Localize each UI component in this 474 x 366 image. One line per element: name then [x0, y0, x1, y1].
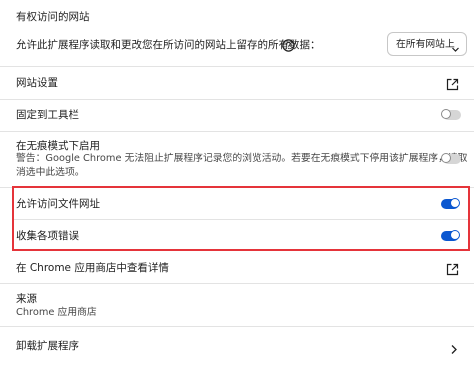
divider	[0, 131, 474, 132]
incognito-warning-line2: 消选中此选项。	[16, 167, 85, 178]
allow-access-label: 允许此扩展程序读取和更改您在所访问的网站上留存的所有数据：	[16, 39, 321, 51]
site-access-select-value: 在所有网站上	[396, 39, 455, 50]
help-circle-icon[interactable]	[282, 37, 295, 52]
highlight-box	[12, 186, 470, 251]
site-access-select[interactable]: 在所有网站上	[387, 32, 467, 56]
section-title-site-access: 有权访问的网站	[16, 11, 90, 23]
toggle-knob	[441, 153, 451, 163]
divider	[0, 99, 474, 100]
incognito-label: 在无痕模式下启用	[16, 140, 100, 152]
toggle-knob	[441, 109, 451, 119]
webstore-label: 在 Chrome 应用商店中查看详情	[16, 262, 169, 274]
uninstall-label: 卸载扩展程序	[16, 340, 79, 352]
webstore-row[interactable]: 在 Chrome 应用商店中查看详情	[0, 252, 474, 282]
site-settings-label: 网站设置	[16, 77, 58, 89]
pin-toolbar-label: 固定到工具栏	[16, 109, 79, 121]
source-value: Chrome 应用商店	[16, 307, 97, 318]
incognito-warning-line1: 警告：Google Chrome 无法阻止扩展程序记录您的浏览活动。若要在无痕模…	[16, 153, 468, 164]
source-label: 来源	[16, 293, 37, 305]
incognito-toggle[interactable]	[441, 153, 461, 164]
chevron-right-icon	[449, 340, 458, 359]
open-in-new-icon	[446, 76, 459, 95]
uninstall-row[interactable]: 卸载扩展程序	[0, 327, 474, 363]
chevron-down-icon	[451, 39, 460, 58]
pin-toolbar-toggle[interactable]	[441, 109, 461, 120]
site-settings-row[interactable]: 网站设置	[0, 67, 474, 99]
open-in-new-icon	[446, 261, 459, 280]
divider	[0, 283, 474, 284]
